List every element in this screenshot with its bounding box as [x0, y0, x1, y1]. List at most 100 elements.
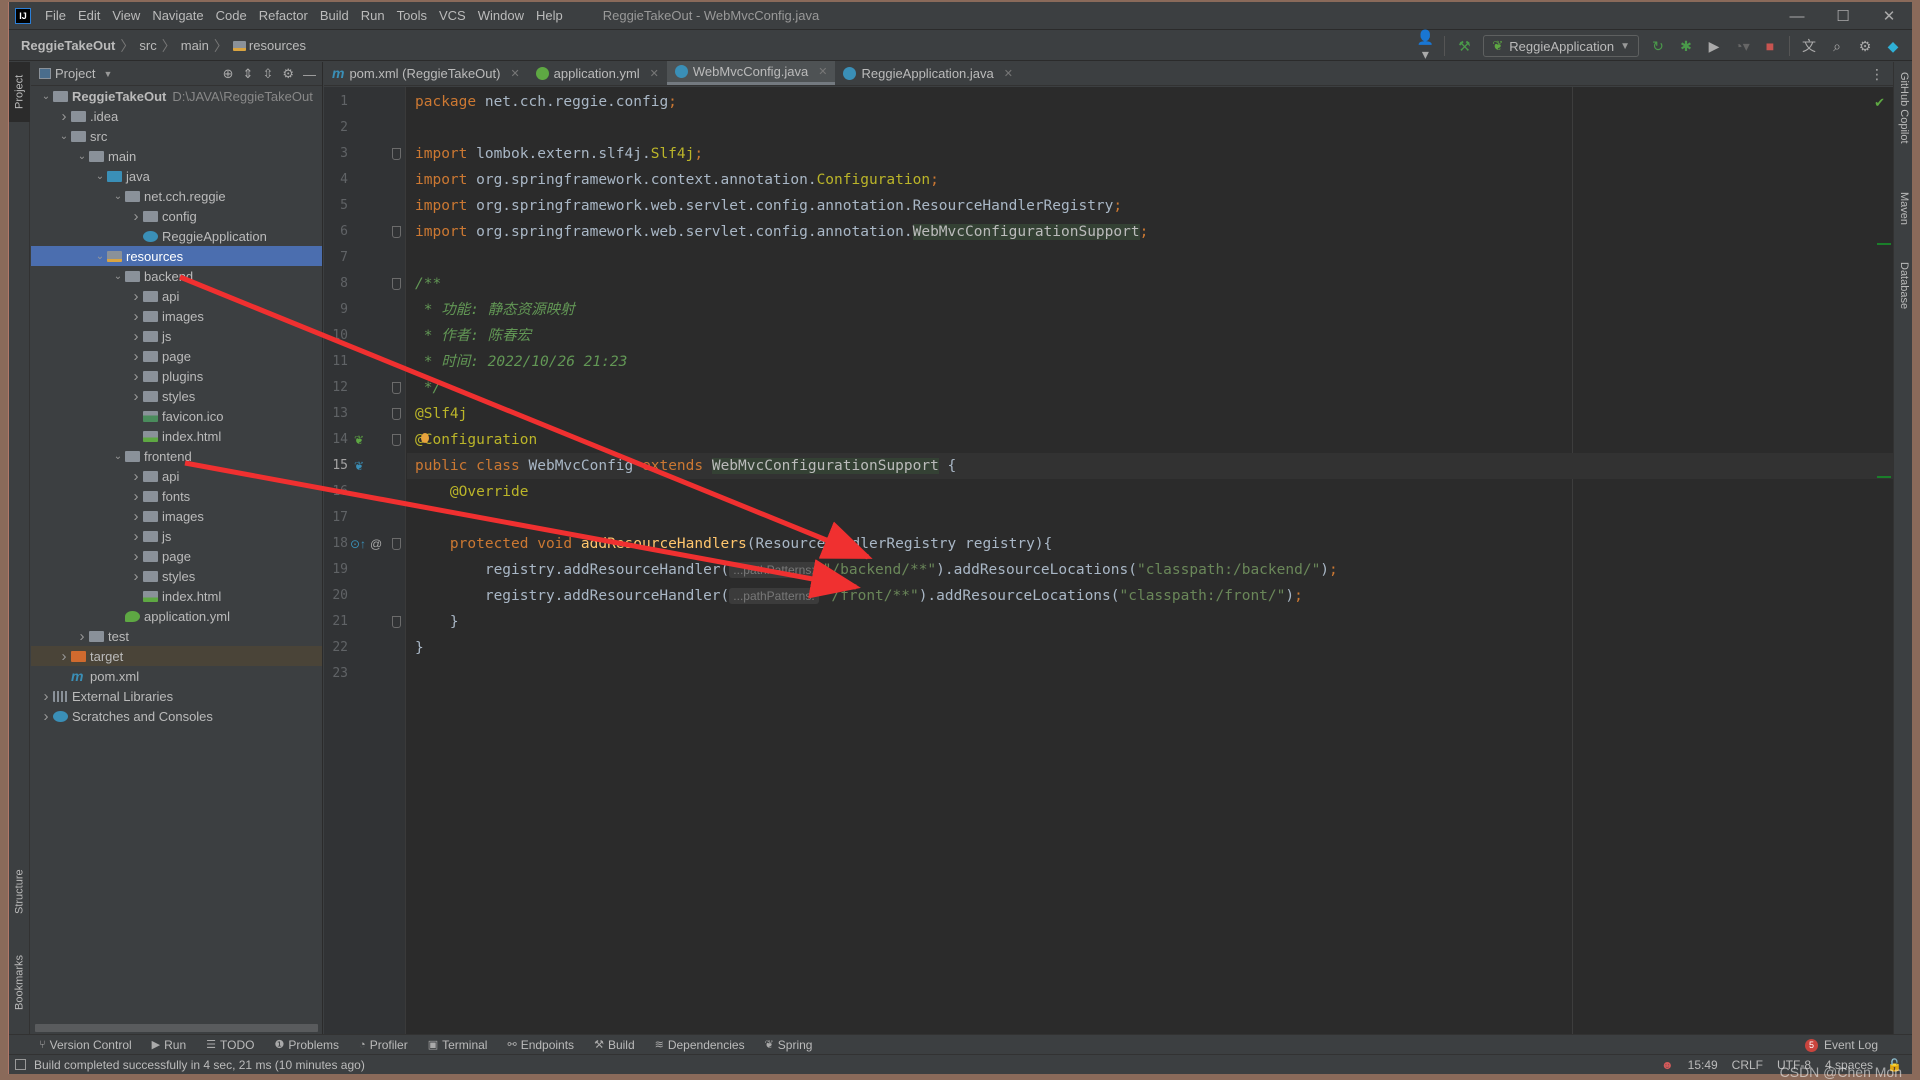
- line-number[interactable]: 9: [324, 297, 348, 323]
- line-number[interactable]: 2: [324, 115, 348, 141]
- chevron-right-icon[interactable]: ›: [129, 568, 143, 585]
- settings-icon[interactable]: ⚙: [1856, 38, 1874, 55]
- tree-item[interactable]: index.html: [31, 586, 322, 606]
- tool-window-dependencies[interactable]: ≋ Dependencies: [655, 1038, 745, 1052]
- code-line[interactable]: import lombok.extern.slf4j.Slf4j;: [407, 141, 1893, 167]
- tool-window-profiler[interactable]: ◔ Profiler: [359, 1038, 408, 1052]
- close-tab-icon[interactable]: ✕: [510, 67, 519, 80]
- menu-file[interactable]: File: [39, 8, 72, 23]
- menu-build[interactable]: Build: [314, 8, 355, 23]
- editor-tab[interactable]: m pom.xml (ReggieTakeOut) ✕: [324, 61, 528, 85]
- line-number[interactable]: 3: [324, 141, 348, 167]
- chevron-right-icon[interactable]: ›: [39, 708, 53, 725]
- chevron-down-icon[interactable]: ⌄: [57, 131, 71, 142]
- tree-item[interactable]: m pom.xml: [31, 666, 322, 686]
- tree-item[interactable]: ⌄ src: [31, 126, 322, 146]
- chevron-right-icon[interactable]: ›: [129, 208, 143, 225]
- line-number[interactable]: 1: [324, 89, 348, 115]
- line-number[interactable]: 14: [324, 427, 348, 453]
- status-message[interactable]: Build completed successfully in 4 sec, 2…: [34, 1058, 365, 1072]
- code-line[interactable]: import org.springframework.web.servlet.c…: [407, 219, 1893, 245]
- project-tool-button[interactable]: Project: [9, 62, 30, 122]
- fold-marker-icon[interactable]: [392, 226, 401, 238]
- close-tab-icon[interactable]: ✕: [650, 67, 659, 80]
- event-log-button[interactable]: 5 Event Log: [1804, 1038, 1878, 1052]
- chevron-right-icon[interactable]: ›: [129, 488, 143, 505]
- chevron-right-icon[interactable]: ›: [129, 328, 143, 345]
- tool-window-terminal[interactable]: ▣ Terminal: [428, 1038, 488, 1052]
- tree-item[interactable]: › js: [31, 526, 322, 546]
- database-tool-button[interactable]: Database: [1895, 262, 1913, 309]
- collapse-all-icon[interactable]: ⇳: [262, 66, 273, 82]
- plugin-icon[interactable]: ◆: [1884, 38, 1902, 55]
- line-number[interactable]: 12: [324, 375, 348, 401]
- tree-item[interactable]: ⌄ ReggieTakeOut D:\JAVA\ReggieTakeOut: [31, 86, 322, 106]
- profile-icon[interactable]: ◔▾: [1733, 38, 1751, 55]
- code-line[interactable]: @Configuration: [407, 427, 1893, 453]
- breadcrumb-resources[interactable]: resources: [232, 38, 306, 53]
- project-panel-title[interactable]: Project: [55, 66, 95, 81]
- line-number[interactable]: 7: [324, 245, 348, 271]
- more-tabs-icon[interactable]: ⋮: [1870, 66, 1884, 83]
- code-line[interactable]: [407, 505, 1893, 531]
- tree-item[interactable]: index.html: [31, 426, 322, 446]
- search-icon[interactable]: ⌕: [1828, 38, 1846, 55]
- menu-edit[interactable]: Edit: [72, 8, 106, 23]
- code-line[interactable]: public class WebMvcConfig extends WebMvc…: [407, 453, 1893, 479]
- run-config-select[interactable]: ❦ ReggieApplication ▼: [1483, 35, 1639, 57]
- tree-item[interactable]: › page: [31, 346, 322, 366]
- tree-item[interactable]: › api: [31, 286, 322, 306]
- coverage-icon[interactable]: ▶: [1705, 38, 1723, 55]
- close-tab-icon[interactable]: ✕: [1004, 67, 1013, 80]
- chevron-right-icon[interactable]: ›: [57, 648, 71, 665]
- line-separator[interactable]: CRLF: [1732, 1058, 1763, 1072]
- fold-marker-icon[interactable]: [392, 408, 401, 420]
- chevron-right-icon[interactable]: ›: [129, 388, 143, 405]
- code-line[interactable]: * 作者: 陈春宏: [407, 323, 1893, 349]
- menu-window[interactable]: Window: [472, 8, 530, 23]
- code-area[interactable]: package net.cch.reggie.config; import lom…: [407, 87, 1893, 1034]
- fold-marker-icon[interactable]: [392, 434, 401, 446]
- tool-window-run[interactable]: ▶ Run: [152, 1038, 186, 1052]
- code-line[interactable]: [407, 245, 1893, 271]
- code-line[interactable]: }: [407, 635, 1893, 661]
- override-method-icon[interactable]: ⊙↑: [350, 531, 366, 557]
- editor-tab[interactable]: ReggieApplication.java ✕: [835, 61, 1020, 85]
- tree-item[interactable]: › .idea: [31, 106, 322, 126]
- tree-item[interactable]: favicon.ico: [31, 406, 322, 426]
- tree-item[interactable]: › test: [31, 626, 322, 646]
- code-line[interactable]: }: [407, 609, 1893, 635]
- chevron-down-icon[interactable]: ⌄: [93, 171, 107, 182]
- editor-tab[interactable]: application.yml ✕: [528, 61, 667, 85]
- line-number[interactable]: 11: [324, 349, 348, 375]
- tree-item[interactable]: ⌄ backend: [31, 266, 322, 286]
- tree-item[interactable]: › target: [31, 646, 322, 666]
- close-button[interactable]: ✕: [1866, 2, 1912, 30]
- code-line[interactable]: */: [407, 375, 1893, 401]
- debug-icon[interactable]: ✱: [1677, 38, 1695, 55]
- code-line[interactable]: [407, 115, 1893, 141]
- line-number[interactable]: 13: [324, 401, 348, 427]
- tree-item[interactable]: › config: [31, 206, 322, 226]
- chevron-right-icon[interactable]: ›: [129, 508, 143, 525]
- fold-marker-icon[interactable]: [392, 616, 401, 628]
- rerun-icon[interactable]: ↻: [1649, 38, 1667, 55]
- code-line[interactable]: import org.springframework.web.servlet.c…: [407, 193, 1893, 219]
- code-line[interactable]: protected void addResourceHandlers(Resou…: [407, 531, 1893, 557]
- tree-item[interactable]: › External Libraries: [31, 686, 322, 706]
- tree-item[interactable]: › styles: [31, 386, 322, 406]
- intention-bulb-icon[interactable]: [421, 433, 429, 443]
- chevron-right-icon[interactable]: ›: [129, 288, 143, 305]
- tree-item[interactable]: › api: [31, 466, 322, 486]
- translate-icon[interactable]: 文: [1800, 36, 1818, 56]
- tool-window-build[interactable]: ⚒ Build: [594, 1038, 635, 1052]
- code-line[interactable]: * 功能: 静态资源映射: [407, 297, 1893, 323]
- line-number[interactable]: 16: [324, 479, 348, 505]
- maximize-button[interactable]: ☐: [1820, 2, 1866, 30]
- line-number[interactable]: 17: [324, 505, 348, 531]
- tree-item[interactable]: ⌄ main: [31, 146, 322, 166]
- expand-all-icon[interactable]: ⇕: [243, 66, 254, 82]
- breadcrumb-project[interactable]: ReggieTakeOut: [21, 38, 115, 53]
- menu-vcs[interactable]: VCS: [433, 8, 472, 23]
- breadcrumb-main[interactable]: main: [181, 38, 209, 53]
